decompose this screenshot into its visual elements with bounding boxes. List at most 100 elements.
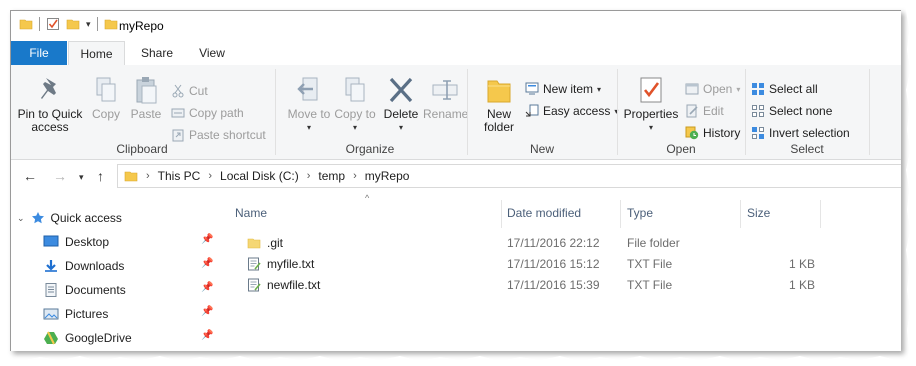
column-header-name[interactable]: Name bbox=[235, 206, 267, 220]
customize-toolbar-dropdown-icon[interactable]: ▾ bbox=[86, 17, 91, 31]
properties-checkmark-icon[interactable] bbox=[46, 17, 60, 31]
properties-button[interactable]: Properties ▾ bbox=[623, 69, 679, 134]
paste-shortcut-icon bbox=[172, 129, 184, 142]
column-header-size[interactable]: Size bbox=[747, 206, 770, 220]
rename-icon bbox=[432, 80, 458, 100]
pin-icon[interactable]: 📌 bbox=[201, 330, 213, 341]
chevron-right-icon[interactable]: › bbox=[307, 170, 311, 182]
navigation-bar: ← → ▾ ↑ › This PC › Local Disk (C:) › te… bbox=[11, 160, 901, 192]
file-name: newfile.txt bbox=[267, 278, 321, 292]
open-button[interactable]: Open ▾ bbox=[685, 79, 740, 99]
easy-access-icon bbox=[525, 104, 539, 117]
file-list: ^ Name Date modified Type Size .git 17/1… bbox=[229, 192, 901, 351]
chevron-down-icon: ▾ bbox=[648, 123, 653, 132]
new-folder-button[interactable]: New folder bbox=[475, 69, 523, 134]
text-file-icon bbox=[248, 257, 261, 271]
copy-to-button[interactable]: Copy to ▾ bbox=[333, 69, 377, 134]
copy-icon bbox=[96, 77, 116, 102]
nav-item-quick-access[interactable]: ⌄ Quick access bbox=[17, 207, 122, 229]
text-file-icon bbox=[248, 278, 261, 292]
copy-button[interactable]: Copy bbox=[89, 69, 123, 121]
organize-group: Move to ▾ Copy to ▾ Delete ▾ Rename Orga… bbox=[277, 65, 468, 159]
edit-button[interactable]: Edit bbox=[685, 101, 724, 121]
nav-item-label: Desktop bbox=[65, 235, 110, 249]
chevron-down-icon: ▾ bbox=[597, 84, 602, 94]
recent-locations-chevron-icon[interactable]: ▾ bbox=[79, 172, 84, 183]
breadcrumb-this-pc[interactable]: This PC bbox=[158, 169, 201, 183]
tab-home[interactable]: Home bbox=[68, 41, 125, 67]
back-arrow-icon[interactable]: ← bbox=[23, 168, 37, 184]
column-header-type[interactable]: Type bbox=[627, 206, 653, 220]
nav-item-downloads[interactable]: Downloads bbox=[43, 255, 124, 277]
copy-path-label: Copy path bbox=[189, 106, 244, 120]
chevron-right-icon[interactable]: › bbox=[353, 170, 357, 182]
file-row[interactable]: myfile.txt 17/11/2016 15:12 TXT File 1 K… bbox=[229, 254, 829, 275]
open-icon bbox=[685, 83, 699, 95]
nav-item-documents[interactable]: Documents bbox=[43, 279, 126, 301]
breadcrumb-local-disk[interactable]: Local Disk (C:) bbox=[220, 169, 299, 183]
copy-path-button[interactable]: Copy path bbox=[171, 103, 244, 123]
delete-button[interactable]: Delete ▾ bbox=[381, 69, 421, 134]
chevron-right-icon[interactable]: › bbox=[146, 170, 150, 182]
address-bar[interactable]: › This PC › Local Disk (C:) › temp › myR… bbox=[117, 164, 901, 188]
invert-selection-button[interactable]: Invert selection bbox=[751, 123, 850, 143]
easy-access-button[interactable]: Easy access ▾ bbox=[525, 101, 618, 121]
torn-edge-bottom bbox=[0, 356, 916, 366]
breadcrumb-temp[interactable]: temp bbox=[318, 169, 345, 183]
select-group: Select all Select none Invert selection … bbox=[747, 65, 867, 159]
file-size: 1 KB bbox=[789, 278, 816, 292]
tab-view[interactable]: View bbox=[187, 41, 237, 65]
column-divider[interactable] bbox=[501, 200, 502, 228]
move-to-label: Move to bbox=[287, 107, 331, 121]
cut-button[interactable]: Cut bbox=[171, 81, 208, 101]
column-divider[interactable] bbox=[620, 200, 621, 228]
scissors-icon bbox=[172, 84, 184, 98]
rename-button[interactable]: Rename bbox=[423, 69, 468, 121]
breadcrumb-myrepo[interactable]: myRepo bbox=[365, 169, 410, 183]
column-divider[interactable] bbox=[820, 200, 821, 228]
move-to-button[interactable]: Move to ▾ bbox=[287, 69, 331, 134]
easy-access-label: Easy access bbox=[543, 104, 611, 118]
tab-file[interactable]: File bbox=[11, 41, 67, 65]
pin-icon bbox=[41, 78, 56, 99]
pin-icon[interactable]: 📌 bbox=[201, 282, 213, 293]
pin-icon[interactable]: 📌 bbox=[201, 234, 213, 245]
forward-arrow-icon[interactable]: → bbox=[53, 168, 67, 184]
quick-access-toolbar: ▾ bbox=[19, 17, 118, 31]
select-none-label: Select none bbox=[769, 104, 833, 118]
chevron-right-icon[interactable]: › bbox=[208, 170, 212, 182]
new-folder-icon bbox=[487, 80, 511, 103]
history-button[interactable]: History bbox=[685, 123, 740, 143]
folder-icon[interactable] bbox=[19, 17, 33, 31]
file-name: myfile.txt bbox=[267, 257, 315, 271]
nav-item-pictures[interactable]: Pictures bbox=[43, 303, 108, 325]
sort-ascending-icon: ^ bbox=[365, 193, 370, 203]
title-bar: ▾ myRepo bbox=[11, 11, 901, 41]
edit-label: Edit bbox=[703, 104, 724, 118]
new-folder-icon[interactable] bbox=[66, 17, 80, 31]
new-item-button[interactable]: New item ▾ bbox=[525, 79, 601, 99]
chevron-down-icon[interactable]: ⌄ bbox=[17, 213, 25, 224]
tab-share[interactable]: Share bbox=[129, 41, 185, 65]
select-all-button[interactable]: Select all bbox=[751, 79, 818, 99]
file-date: 17/11/2016 22:12 bbox=[507, 236, 600, 250]
file-row[interactable]: .git 17/11/2016 22:12 File folder bbox=[229, 233, 829, 254]
pin-to-quick-access-button[interactable]: Pin to Quick access bbox=[15, 69, 85, 134]
copy-to-icon bbox=[345, 77, 365, 102]
folder-icon bbox=[247, 238, 261, 249]
new-item-icon bbox=[525, 82, 539, 95]
pin-icon[interactable]: 📌 bbox=[201, 258, 213, 269]
folder-icon bbox=[104, 19, 117, 30]
up-arrow-icon[interactable]: ↑ bbox=[97, 168, 104, 184]
column-header-date[interactable]: Date modified bbox=[507, 206, 581, 220]
column-divider[interactable] bbox=[740, 200, 741, 228]
file-row[interactable]: newfile.txt 17/11/2016 15:39 TXT File 1 … bbox=[229, 275, 829, 296]
folder-icon bbox=[124, 171, 138, 182]
paste-button[interactable]: Paste bbox=[127, 69, 165, 121]
nav-item-googledrive[interactable]: GoogleDrive bbox=[43, 327, 132, 349]
pin-icon[interactable]: 📌 bbox=[201, 306, 213, 317]
select-all-label: Select all bbox=[769, 82, 818, 96]
select-none-icon bbox=[752, 105, 764, 117]
nav-item-desktop[interactable]: Desktop bbox=[43, 231, 109, 253]
select-none-button[interactable]: Select none bbox=[751, 101, 832, 121]
